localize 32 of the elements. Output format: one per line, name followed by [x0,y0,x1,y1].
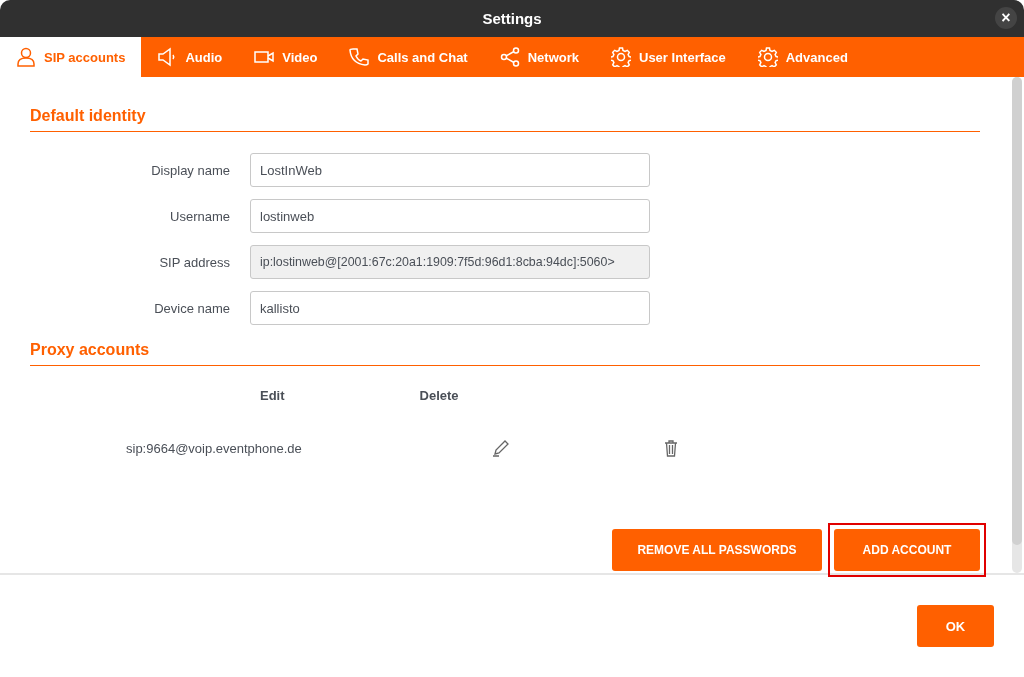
gear-icon [611,47,631,67]
scrollbar[interactable] [1012,77,1022,573]
close-button[interactable]: × [995,7,1017,29]
pencil-icon[interactable] [492,439,510,457]
settings-tab[interactable]: Video [238,37,334,77]
share-icon [499,47,520,67]
account-address: sip:9664@voip.eventphone.de [125,440,303,456]
field-label: Display name [150,162,230,178]
field-label: Device name [153,300,230,316]
settings-tab[interactable]: Advanced [741,37,864,77]
ok-button[interactable]: OK [917,605,994,647]
remove-passwords-button[interactable]: REMOVE ALL PASSWORDS [612,529,822,571]
gear-icon [757,47,778,67]
field-label: Username [169,208,230,224]
settings-tab[interactable]: User Interface [595,37,742,77]
input-field[interactable]: lostinweb [250,199,650,233]
user-icon [16,47,36,67]
column-header: Delete [419,388,459,403]
settings-tab[interactable]: Audio [141,37,239,77]
settings-tab[interactable]: Network [483,37,595,77]
settings-tab[interactable]: Calls and Chat [333,37,484,77]
input-field[interactable]: LostInWeb [250,153,650,187]
window-title: Settings [482,10,542,27]
field-label: SIP address [158,254,230,270]
phone-icon [349,47,370,67]
section-heading: Proxy accounts [30,341,980,366]
input-field[interactable]: kallisto [250,291,650,325]
add-account-button[interactable]: ADD ACCOUNT [834,529,980,571]
trash-icon[interactable] [662,439,680,457]
section-heading: Default identity [30,107,980,132]
settings-tab[interactable]: SIP accounts [0,37,142,77]
column-header: Edit [260,388,285,403]
